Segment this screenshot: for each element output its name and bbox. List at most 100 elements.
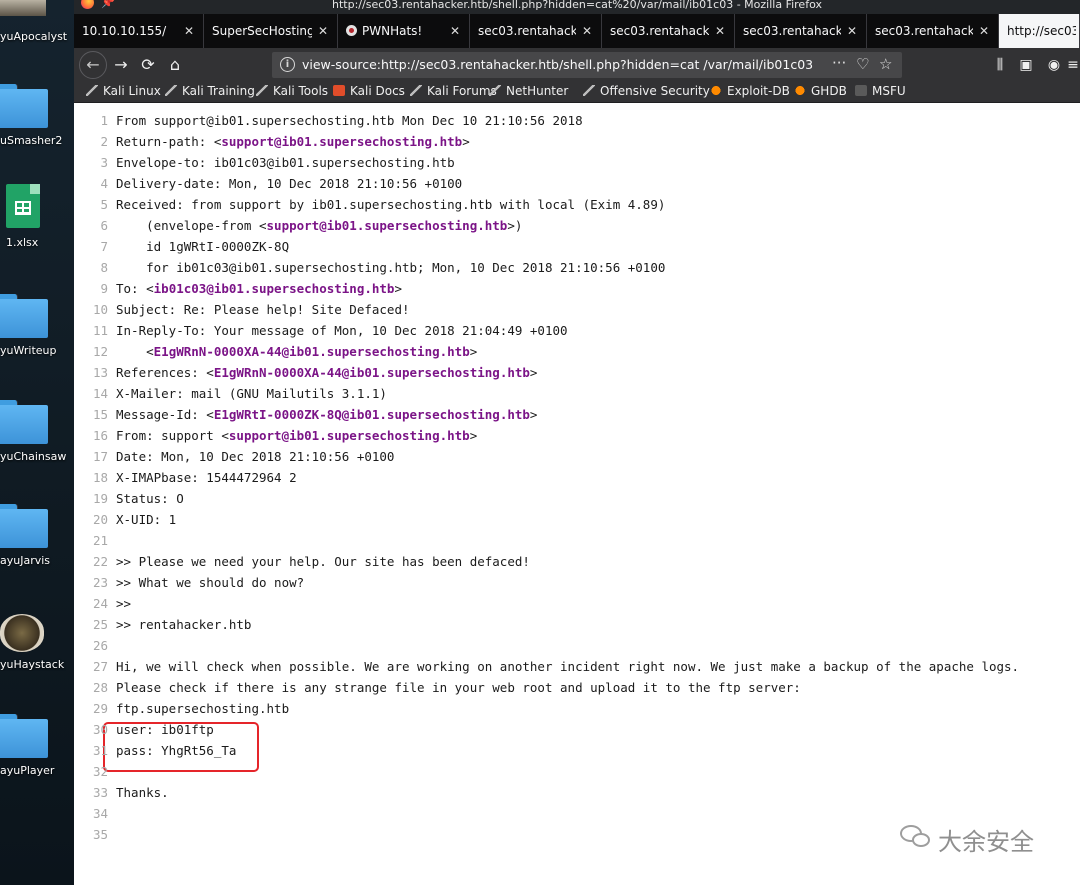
bookmark-label: NetHunter <box>506 84 569 98</box>
line-text: From: support <support@ib01.supersechost… <box>116 428 477 443</box>
line-text: (envelope-from <support@ib01.supersechos… <box>116 218 522 233</box>
library-icon[interactable]: ⫼ <box>988 53 1012 77</box>
navigation-toolbar: ← → ⟳ ⌂ i view-source:http://sec03.renta… <box>74 48 1080 82</box>
text-segment: >) <box>507 218 523 233</box>
home-button[interactable]: ⌂ <box>163 53 187 77</box>
offsec-icon <box>583 85 595 96</box>
account-icon[interactable]: ◉ <box>1042 53 1066 77</box>
bookmark-item[interactable]: Kali Tools <box>256 84 328 98</box>
menu-icon[interactable]: ≡ <box>1066 53 1080 77</box>
tab-1[interactable]: 10.10.10.155/ ✕ <box>74 14 204 48</box>
bookmark-item[interactable]: MSFU <box>855 84 906 98</box>
bookmark-item[interactable]: NetHunter <box>489 84 568 98</box>
desktop-item-label: yuWriteup <box>0 344 57 357</box>
info-icon[interactable]: i <box>280 57 295 72</box>
tab-close-icon[interactable]: ✕ <box>184 24 194 38</box>
tab-close-icon[interactable]: ✕ <box>979 24 989 38</box>
line-number: 19 <box>92 491 108 506</box>
line-text: Please check if there is any strange fil… <box>116 680 801 695</box>
email-address-link[interactable]: support@ib01.supersechosting.htb <box>267 218 508 233</box>
text-segment: Return-path: < <box>116 134 222 149</box>
tab-label: PWNHats! <box>362 24 423 38</box>
exploitdb-icon <box>710 85 722 96</box>
text-segment: To: < <box>116 281 154 296</box>
sheet-fold <box>30 184 40 194</box>
firefox-window: 📌 http://sec03.rentahacker.htb/shell.php… <box>74 0 1080 885</box>
forward-button[interactable]: → <box>109 53 133 77</box>
bookmark-label: Kali Linux <box>103 84 161 98</box>
tab-2[interactable]: SuperSecHosting ✕ <box>204 14 338 48</box>
view-source-content: 大余安全 1 From support@ib01.supersechosting.… <box>74 103 1080 885</box>
line-text: Subject: Re: Please help! Site Defaced! <box>116 302 410 317</box>
text-segment: pass: YhgRt56_Ta <box>116 743 237 758</box>
url-text[interactable]: view-source:http://sec03.rentahacker.htb… <box>302 57 813 72</box>
line-number: 9 <box>100 281 108 296</box>
url-bar[interactable]: i view-source:http://sec03.rentahacker.h… <box>272 52 902 78</box>
desktop-item[interactable]: yuChainsaw <box>0 392 74 492</box>
text-segment: Envelope-to: ib01c03@ib01.supersechostin… <box>116 155 455 170</box>
tab-3[interactable]: PWNHats! ✕ <box>338 14 470 48</box>
bookmark-item[interactable]: Kali Training <box>165 84 255 98</box>
email-address-link[interactable]: E1gWRtI-0000ZK-8Q@ib01.supersechosting.h… <box>214 407 530 422</box>
bookmark-item[interactable]: GHDB <box>794 84 847 98</box>
text-segment: < <box>116 344 154 359</box>
spreadsheet-icon <box>6 184 40 228</box>
text-segment: X-UID: 1 <box>116 512 177 527</box>
text-segment: X-IMAPbase: 1544472964 2 <box>116 470 297 485</box>
text-segment: From: support < <box>116 428 229 443</box>
desktop-item-label: yuHaystack <box>0 658 65 671</box>
tab-close-icon[interactable]: ✕ <box>450 24 460 38</box>
email-address-link[interactable]: E1gWRnN-0000XA-44@ib01.supersechosting.h… <box>154 344 470 359</box>
tab-4[interactable]: sec03.rentahacker. ✕ <box>470 14 602 48</box>
line-number: 3 <box>100 155 108 170</box>
bookmark-item[interactable]: Offensive Security <box>583 84 710 98</box>
line-text: >> <box>116 596 131 611</box>
tab-label: sec03.rentahacker. <box>610 24 709 38</box>
desktop-item[interactable]: yuHaystack <box>0 600 74 700</box>
tab-8[interactable]: http://sec03. <box>999 14 1080 48</box>
email-address-link[interactable]: support@ib01.supersechosting.htb <box>221 134 462 149</box>
tab-6[interactable]: sec03.rentahacker. ✕ <box>735 14 867 48</box>
email-address-link[interactable]: ib01c03@ib01.supersechosting.htb <box>154 281 395 296</box>
line-text: Delivery-date: Mon, 10 Dec 2018 21:10:56… <box>116 176 462 191</box>
line-number: 29 <box>92 701 108 716</box>
email-address-link[interactable]: E1gWRnN-0000XA-44@ib01.supersechosting.h… <box>214 365 530 380</box>
desktop-item[interactable]: ayuPlayer <box>0 706 74 806</box>
line-number: 11 <box>92 323 108 338</box>
text-segment: > <box>394 281 402 296</box>
desktop-item-label: ayuJarvis <box>0 554 51 567</box>
desktop-item-label: yuApocalyst <box>0 30 68 43</box>
bookmark-item[interactable]: Kali Docs <box>333 84 405 98</box>
line-number: 14 <box>92 386 108 401</box>
bookmark-label: Kali Docs <box>350 84 405 98</box>
desktop-item[interactable]: 1.xlsx <box>0 180 74 280</box>
desktop-item[interactable]: uSmasher2 <box>0 76 74 176</box>
text-segment: ftp.supersechosting.htb <box>116 701 290 716</box>
tab-7[interactable]: sec03.rentahacker. ✕ <box>867 14 999 48</box>
tab-5[interactable]: sec03.rentahacker. ✕ <box>602 14 735 48</box>
bookmark-item[interactable]: Kali Linux <box>86 84 161 98</box>
tab-close-icon[interactable]: ✕ <box>847 24 857 38</box>
sidebar-icon[interactable]: ▣ <box>1014 53 1038 77</box>
text-segment: > <box>462 134 470 149</box>
page-actions-button[interactable]: ··· <box>832 54 846 72</box>
line-number: 27 <box>92 659 108 674</box>
kali-dragon-icon <box>86 85 98 96</box>
reload-button[interactable]: ⟳ <box>136 53 160 77</box>
line-text: Date: Mon, 10 Dec 2018 21:10:56 +0100 <box>116 449 394 464</box>
desktop-item[interactable]: ayuJarvis <box>0 496 74 596</box>
bookmark-item[interactable]: Exploit-DB <box>710 84 790 98</box>
line-text: X-IMAPbase: 1544472964 2 <box>116 470 297 485</box>
desktop-item[interactable]: yuWriteup <box>0 286 74 386</box>
back-button[interactable]: ← <box>79 51 107 79</box>
folder-icon <box>0 714 48 758</box>
bookmark-star-icon[interactable]: ☆ <box>879 55 892 73</box>
bookmark-label: Kali Training <box>182 84 255 98</box>
bookmark-item[interactable]: Kali Forums <box>410 84 497 98</box>
desktop-item[interactable]: yuApocalyst <box>0 0 74 70</box>
tab-close-icon[interactable]: ✕ <box>582 24 592 38</box>
tab-close-icon[interactable]: ✕ <box>318 24 328 38</box>
tab-close-icon[interactable]: ✕ <box>715 24 725 38</box>
pocket-icon[interactable]: ♡ <box>856 55 869 73</box>
email-address-link[interactable]: support@ib01.supersechosting.htb <box>229 428 470 443</box>
